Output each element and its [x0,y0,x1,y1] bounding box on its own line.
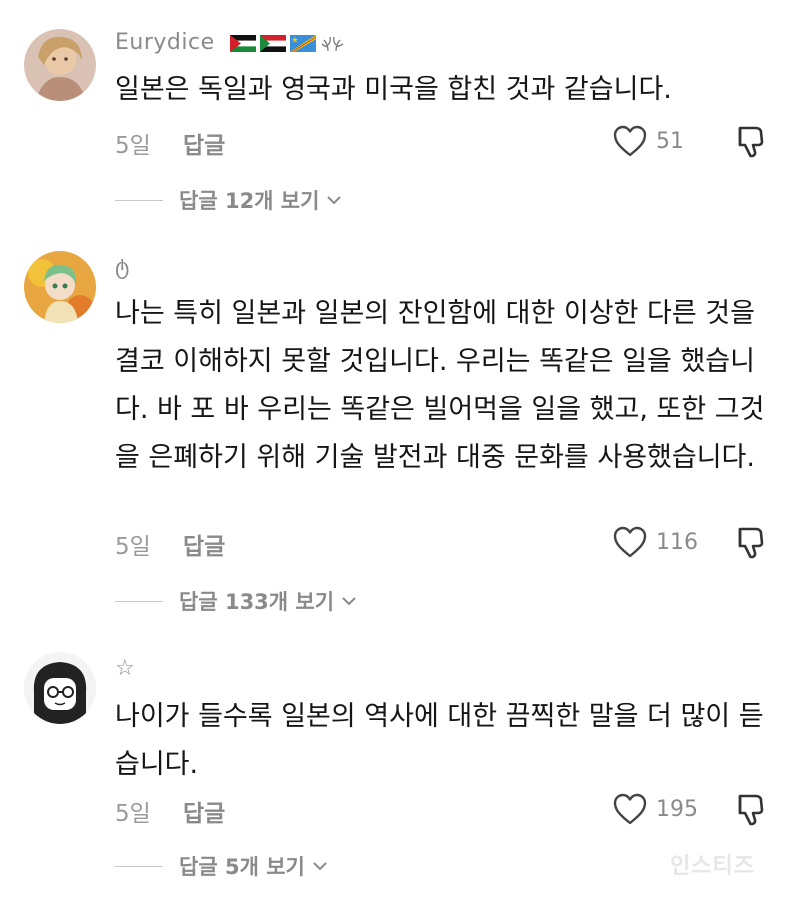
thumbs-down-outline-icon [738,794,764,826]
comment-time: 5일 [115,801,151,827]
comment-text: 나이가 들수록 일본의 역사에 대한 끔찍한 말을 더 많이 듣습니다. [115,701,764,780]
chevron-down-icon [342,597,356,606]
divider-line [115,600,163,602]
view-replies-label: 답글 5개 보기 [179,855,305,879]
like-button[interactable]: 116 [612,524,712,560]
dislike-button[interactable] [736,124,770,158]
like-count: 116 [656,529,698,555]
avatar[interactable] [24,251,96,323]
sudan-flag-icon [260,34,287,52]
view-replies-label: 답글 12개 보기 [179,189,320,213]
comment-time: 5일 [115,534,151,560]
palestine-flag-icon [230,34,257,52]
dislike-button[interactable] [736,525,770,559]
view-replies-button[interactable]: 답글 5개 보기 [115,851,329,881]
heart-outline-icon [613,526,647,558]
thumbs-down-outline-icon [738,527,764,559]
antler-icon [321,36,344,51]
reply-button[interactable]: 답글 [183,794,225,828]
like-count: 195 [656,796,698,822]
reply-button[interactable]: 답글 [183,126,225,160]
watermark: 인스티즈 [670,854,755,879]
divider-line [115,199,163,201]
view-replies-button[interactable]: 답글 12개 보기 [115,185,343,215]
username[interactable]: ტ [115,255,130,280]
username[interactable]: Eurydice [115,30,346,55]
view-replies-label: 답글 133개 보기 [179,590,335,614]
divider-line [115,865,163,867]
congo-flag-icon [290,34,317,52]
avatar[interactable] [24,29,96,101]
username[interactable]: ☆ [115,656,135,681]
view-replies-button[interactable]: 답글 133개 보기 [115,586,358,616]
like-button[interactable]: 51 [612,123,712,159]
thumbs-down-outline-icon [738,126,764,158]
avatar[interactable] [24,652,96,724]
heart-outline-icon [613,793,647,825]
username-flags [230,34,346,52]
dislike-button[interactable] [736,792,770,826]
heart-outline-icon [613,125,647,157]
comment-time: 5일 [115,133,151,159]
chevron-down-icon [327,196,342,205]
chevron-down-icon [313,862,327,871]
like-count: 51 [656,128,684,154]
comment-text: 나는 특히 일본과 일본의 잔인함에 대한 이상한 다른 것을 결코 이해하지 … [115,298,765,473]
comment-text: 일본은 독일과 영국과 미국을 합친 것과 같습니다. [115,74,672,105]
reply-button[interactable]: 답글 [183,527,225,561]
like-button[interactable]: 195 [612,791,712,827]
